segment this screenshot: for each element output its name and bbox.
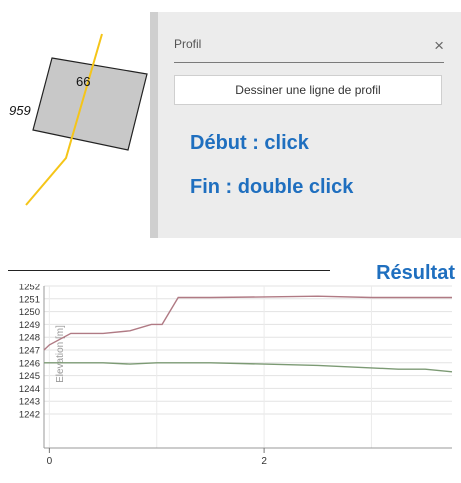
panel-header: Profil × <box>174 32 444 63</box>
parcel-number-label: 66 <box>76 74 90 89</box>
y-tick-label: 1249 <box>19 320 40 331</box>
x-axis-ticks: 02 <box>47 448 267 467</box>
y-tick-label: 1250 <box>19 307 40 318</box>
y-tick-label: 1245 <box>19 371 40 382</box>
elevation-profile-chart[interactable]: 1252 1251 1250 1249 1248 1247 1246 1245 1244 1243… <box>0 282 461 478</box>
y-tick-label: 1242 <box>19 410 40 421</box>
result-label: Résultat <box>376 262 455 284</box>
x-tick-label: 0 <box>47 456 53 467</box>
map-canvas[interactable]: 66 959 <box>0 0 150 238</box>
plot-background <box>44 286 452 448</box>
draw-profile-line-button[interactable]: Dessiner une ligne de profil <box>174 75 442 105</box>
y-axis-ticks: 12521251 1250 1249 1248 12471246 1245 1244 1243… <box>19 282 40 421</box>
chart-svg[interactable]: 12521251 1250 1249 1248 12471246 1245 1244 1243… <box>0 282 461 478</box>
panel-title: Profil <box>174 37 202 51</box>
y-tick-label: 1251 <box>19 294 40 305</box>
instruction-start: Début : click <box>190 132 309 154</box>
result-divider <box>8 270 330 271</box>
y-tick-label: 1246 <box>19 358 40 369</box>
y-tick-label: 1252 <box>19 284 40 293</box>
x-tick-label: 2 <box>261 456 267 467</box>
map-view[interactable]: 66 959 <box>0 0 150 238</box>
close-icon[interactable]: × <box>434 37 444 54</box>
neighbor-parcel-label: 959 <box>9 103 31 118</box>
profile-panel: Profil × Dessiner une ligne de profil Dé… <box>158 12 461 238</box>
y-tick-label: 1248 <box>19 333 40 344</box>
y-tick-label: 1243 <box>19 397 40 408</box>
panel-left-border <box>150 12 158 238</box>
y-tick-label: 1244 <box>19 384 40 395</box>
y-axis-label: Elevation [m] <box>55 325 66 383</box>
chart-grid <box>43 285 452 449</box>
instruction-end: Fin : double click <box>190 176 354 198</box>
y-tick-label: 1247 <box>19 346 40 357</box>
